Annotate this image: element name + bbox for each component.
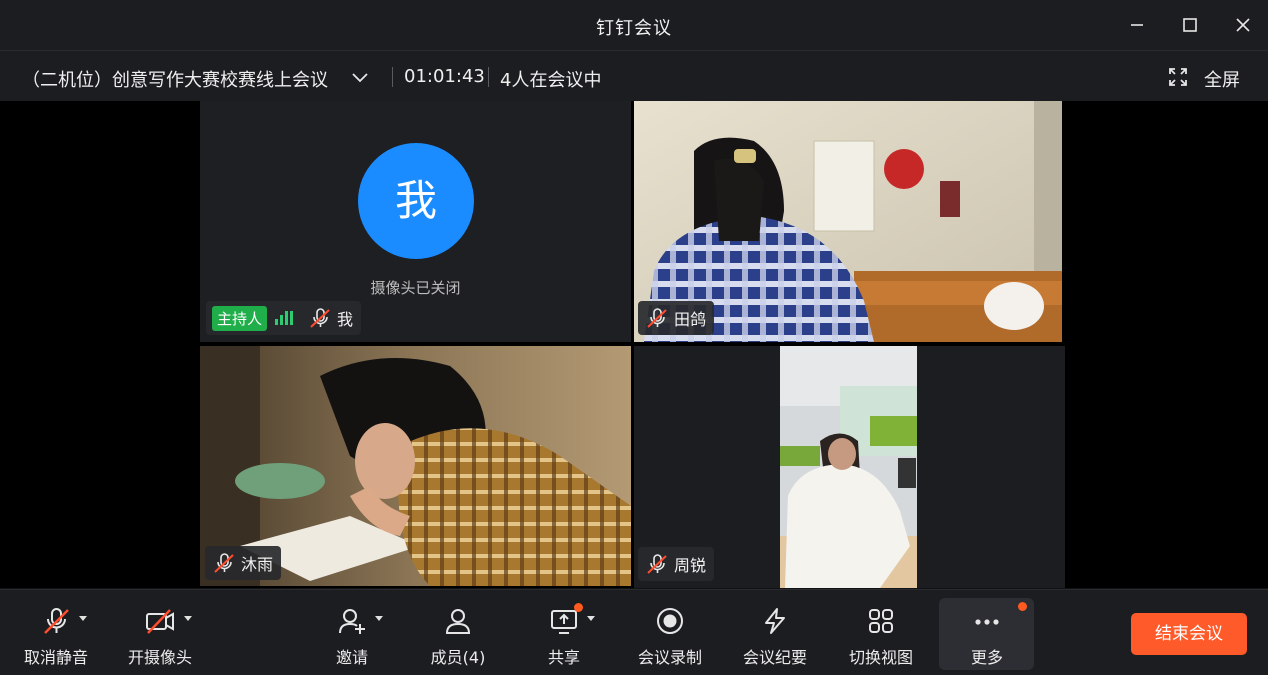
fullscreen-button[interactable]: 全屏 (1204, 66, 1240, 92)
maximize-icon[interactable] (1177, 12, 1203, 38)
camera-on-label: 开摄像头 (127, 648, 192, 667)
camera-on-button[interactable]: 开摄像头 (120, 590, 200, 675)
participant-nametag: 沐雨 (205, 546, 282, 580)
participant-nametag: 周锐 (638, 547, 715, 581)
mic-muted-icon (310, 308, 330, 328)
dropdown-caret-icon[interactable] (184, 616, 192, 621)
more-label: 更多 (970, 648, 1003, 667)
dropdown-caret-icon[interactable] (79, 616, 87, 621)
meeting-info-bar: （二机位）创意写作大赛校赛线上会议 01:01:43 4人在会议中 全屏 (0, 51, 1268, 101)
title-bar: 钉钉会议 (0, 0, 1268, 51)
minimize-icon[interactable] (1124, 12, 1150, 38)
record-icon (655, 604, 685, 638)
fullscreen-icon[interactable] (1168, 67, 1188, 91)
invite-label: 邀请 (335, 648, 368, 667)
dropdown-caret-icon[interactable] (375, 616, 383, 621)
unmute-label: 取消静音 (23, 648, 88, 667)
minutes-label: 会议纪要 (742, 648, 807, 667)
video-tile-self[interactable]: 我 摄像头已关闭 主持人 我 (200, 101, 631, 342)
members-label: 成员(4) (430, 648, 486, 667)
camera-off-text: 摄像头已关闭 (370, 279, 461, 297)
record-label: 会议录制 (637, 648, 702, 667)
minutes-button[interactable]: 会议纪要 (737, 590, 813, 675)
switch-view-label: 切换视图 (848, 648, 913, 667)
participant-name: 周锐 (674, 556, 707, 575)
close-icon[interactable] (1230, 12, 1256, 38)
screen-share-icon (549, 603, 595, 638)
participant-name: 沐雨 (241, 555, 274, 574)
participant-name: 我 (337, 310, 354, 329)
record-button[interactable]: 会议录制 (632, 590, 708, 675)
meeting-title[interactable]: （二机位）创意写作大赛校赛线上会议 (22, 66, 328, 92)
end-meeting-button[interactable]: 结束会议 (1131, 613, 1247, 655)
mic-muted-icon (647, 554, 667, 574)
lightning-icon (760, 604, 790, 638)
switch-view-button[interactable]: 切换视图 (843, 590, 919, 675)
share-button[interactable]: 共享 (536, 590, 595, 675)
grid-view-icon (866, 604, 896, 638)
invite-button[interactable]: 邀请 (324, 590, 383, 675)
mic-muted-icon (647, 308, 667, 328)
participant-count: 4人在会议中 (500, 70, 602, 91)
host-badge: 主持人 (212, 305, 268, 331)
meeting-timer: 01:01:43 (404, 66, 485, 87)
divider (392, 67, 393, 87)
camera-off-icon (144, 604, 192, 638)
window-title: 钉钉会议 (596, 18, 672, 39)
dropdown-caret-icon[interactable] (587, 616, 595, 621)
share-label: 共享 (547, 648, 580, 667)
members-icon (443, 604, 473, 638)
notification-dot (574, 603, 583, 612)
video-tile-participant[interactable]: 周锐 (634, 346, 1065, 588)
members-button[interactable]: 成员(4) (420, 590, 496, 675)
notification-dot (1018, 602, 1027, 611)
more-dots-icon (972, 602, 1027, 638)
unmute-button[interactable]: 取消静音 (16, 590, 96, 675)
chevron-down-icon[interactable] (350, 67, 370, 91)
video-tile-participant[interactable]: 田鸽 (634, 101, 1062, 342)
video-tile-participant[interactable]: 沐雨 (200, 346, 631, 586)
mic-muted-icon (41, 604, 87, 638)
more-button[interactable]: 更多 (949, 590, 1027, 675)
participant-nametag: 田鸽 (638, 301, 715, 335)
signal-strength-icon (275, 311, 294, 325)
participant-name: 田鸽 (674, 310, 707, 329)
avatar: 我 (358, 143, 474, 259)
add-user-icon (337, 604, 383, 638)
participant-nametag: 主持人 我 (206, 301, 362, 335)
divider (488, 67, 489, 87)
meeting-toolbar: 取消静音 开摄像头 邀请 成员(4) 共享 会议录制 会议纪要 切换视图 更多 … (0, 589, 1268, 675)
mic-muted-icon (214, 553, 234, 573)
video-grid: 我 摄像头已关闭 主持人 我 田鸽 沐雨 周锐 (0, 101, 1268, 588)
